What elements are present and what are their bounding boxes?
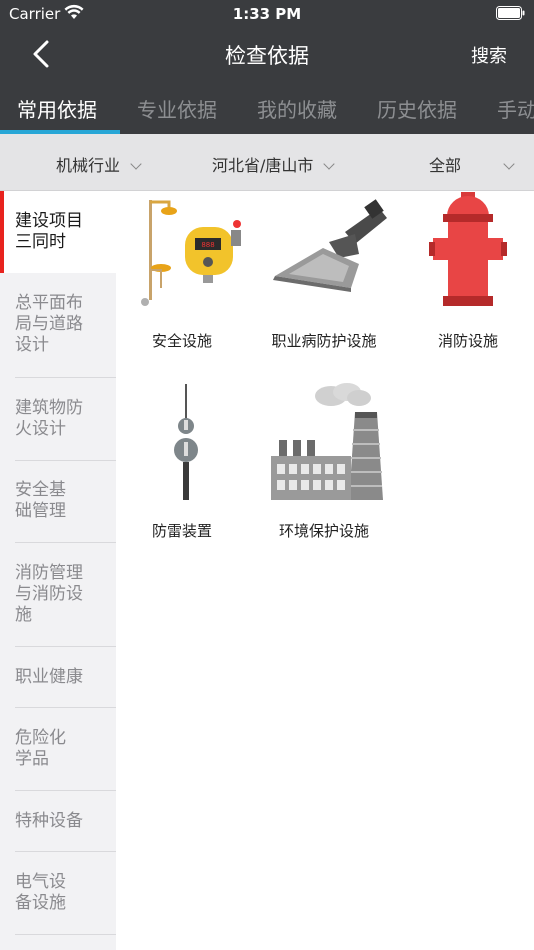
sidebar-item-label: 电气设 xyxy=(15,872,66,892)
tab-bar: 常用依据 专业依据 我的收藏 历史依据 手动 xyxy=(0,84,534,134)
sidebar-item-label: 安全基 xyxy=(15,480,66,500)
chevron-down-icon xyxy=(130,158,142,170)
sidebar-item-occupational-health[interactable]: 职业健康 xyxy=(0,667,116,688)
industry-filter[interactable]: 机械行业 xyxy=(56,152,142,176)
sidebar-item-label: 与消防设 xyxy=(15,584,83,604)
sidebar-item-label: 三同时 xyxy=(15,232,66,252)
sidebar-item-label: 消防管理 xyxy=(15,563,83,583)
sidebar-item-label: 施 xyxy=(15,605,32,625)
region-filter-label: 河北省/唐山市 xyxy=(212,156,314,175)
grid-item-occupational-protection[interactable]: 职业病防护设施 xyxy=(254,192,394,362)
grid-item-label: 职业病防护设施 xyxy=(271,332,377,350)
sidebar-item-label: 局与道路 xyxy=(15,314,83,334)
sidebar-item-general-layout[interactable]: 总平面布 局与道路 设计 xyxy=(0,293,116,356)
occupational-protection-icon xyxy=(273,199,387,292)
sidebar-item-label: 建筑物防 xyxy=(15,398,83,418)
sidebar-divider xyxy=(15,790,116,791)
lightning-rod-icon xyxy=(174,384,198,500)
category-filter-label: 全部 xyxy=(429,156,462,175)
sidebar-divider xyxy=(15,851,116,852)
sidebar-item-electrical-equipment[interactable]: 电气设 备设施 xyxy=(0,872,116,914)
fire-hydrant-icon xyxy=(429,192,507,306)
sidebar-divider xyxy=(15,934,116,935)
tab-manual[interactable]: 手动 xyxy=(497,94,534,123)
industry-filter-label: 机械行业 xyxy=(56,156,121,175)
tab-professional-basis[interactable]: 专业依据 xyxy=(137,94,217,123)
page-title: 检查依据 xyxy=(225,44,309,68)
sidebar-item-building-fire-design[interactable]: 建筑物防 火设计 xyxy=(0,398,116,440)
sidebar-item-label: 危险化 xyxy=(15,728,66,748)
grid-item-safety-facility[interactable]: 888 安全设施 xyxy=(112,192,252,362)
sidebar-item-special-equipment[interactable]: 特种设备 xyxy=(0,811,116,832)
app-header: Carrier 1:33 PM 检查依据 搜索 常用依据 专业依据 我的收藏 历… xyxy=(0,0,534,134)
battery-icon xyxy=(496,6,525,20)
nav-bar: 检查依据 搜索 xyxy=(0,28,534,80)
grid-item-label: 防雷装置 xyxy=(151,522,212,540)
tab-my-favorites[interactable]: 我的收藏 xyxy=(257,94,337,123)
sidebar-divider xyxy=(15,646,116,647)
sidebar-item-safety-management[interactable]: 安全基 础管理 xyxy=(0,480,116,522)
sidebar-item-label: 备设施 xyxy=(15,893,66,913)
sidebar-item-label: 特种设备 xyxy=(15,811,83,831)
sidebar-item-label: 职业健康 xyxy=(15,667,83,687)
sidebar-item-label: 总平面布 xyxy=(15,293,83,313)
status-bar: Carrier 1:33 PM xyxy=(0,0,534,28)
grid-item-environmental-protection[interactable]: 环境保护设施 xyxy=(254,382,394,552)
sidebar-divider xyxy=(15,542,116,543)
sidebar-item-fire-management[interactable]: 消防管理 与消防设 施 xyxy=(0,563,116,626)
safety-facility-icon: 888 xyxy=(141,200,241,306)
sidebar-item-project-three-simultaneity[interactable]: 建设项目 三同时 xyxy=(0,191,116,273)
tab-history-basis[interactable]: 历史依据 xyxy=(377,94,457,123)
grid-item-label: 环境保护设施 xyxy=(278,522,369,540)
sidebar-divider xyxy=(15,460,116,461)
svg-text:888: 888 xyxy=(201,241,214,249)
grid-item-label: 消防设施 xyxy=(437,332,498,350)
chevron-down-icon xyxy=(503,158,515,170)
factory-icon xyxy=(271,383,383,500)
grid-item-lightning-protection[interactable]: 防雷装置 xyxy=(112,382,252,552)
search-button[interactable]: 搜索 xyxy=(471,42,507,68)
category-sidebar: 建设项目 三同时 总平面布 局与道路 设计 建筑物防 火设计 安全基 础管理 消… xyxy=(0,191,116,950)
sidebar-item-label: 设计 xyxy=(15,335,49,355)
grid-item-label: 安全设施 xyxy=(151,332,212,350)
grid-item-fire-facility[interactable]: 消防设施 xyxy=(398,192,534,362)
region-filter[interactable]: 河北省/唐山市 xyxy=(212,152,336,176)
sidebar-divider xyxy=(15,707,116,708)
filter-bar: 机械行业 河北省/唐山市 全部 xyxy=(0,134,534,191)
clock: 1:33 PM xyxy=(232,5,302,23)
sidebar-item-hazardous-chemicals[interactable]: 危险化 学品 xyxy=(0,728,116,770)
sidebar-item-label: 学品 xyxy=(15,749,49,769)
tab-common-basis[interactable]: 常用依据 xyxy=(17,94,97,123)
category-filter[interactable]: 全部 xyxy=(429,152,515,176)
sidebar-item-label: 础管理 xyxy=(15,501,66,521)
sidebar-item-label: 建设项目 xyxy=(15,211,83,231)
sidebar-item-label: 火设计 xyxy=(15,419,66,439)
chevron-down-icon xyxy=(323,158,336,170)
sidebar-divider xyxy=(15,377,116,378)
